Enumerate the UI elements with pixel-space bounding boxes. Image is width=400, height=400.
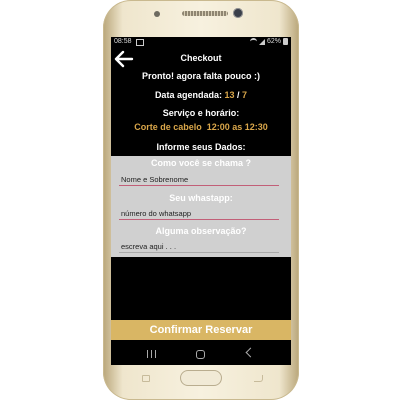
status-time: 08:58 — [114, 38, 132, 45]
date-month: 7 — [242, 90, 248, 100]
earpiece-speaker — [182, 11, 228, 16]
image-notification-icon — [136, 39, 144, 46]
front-camera-icon — [233, 8, 243, 18]
home-icon[interactable] — [196, 350, 205, 359]
hardware-back-icon[interactable] — [254, 375, 263, 382]
wifi-icon — [249, 38, 257, 45]
service-value: Corte de cabelo 12:00 as 12:30 — [134, 122, 268, 132]
whatsapp-input[interactable]: número do whatsapp — [119, 208, 279, 220]
hardware-recents-icon[interactable] — [142, 375, 150, 382]
date-day: 13 — [224, 90, 235, 100]
android-navigation-bar — [111, 343, 291, 365]
app-screen: 08:58 62% Checkout Pronto! agora falta p… — [111, 37, 291, 365]
recents-icon[interactable] — [147, 350, 156, 358]
service-label: Serviço e horário: — [162, 108, 240, 118]
battery-percent: 62% — [266, 38, 281, 45]
ready-message: Pronto! agora falta pouco :) — [142, 71, 260, 81]
whatsapp-question: Seu whastapp: — [169, 193, 233, 203]
customer-form: Como você se chama ? Nome e Sobrenome Se… — [111, 156, 291, 257]
page-title: Checkout — [180, 53, 222, 63]
back-icon[interactable] — [245, 347, 256, 358]
proximity-sensor — [154, 11, 160, 17]
battery-icon — [283, 38, 288, 45]
notes-question: Alguma observação? — [155, 226, 247, 236]
name-question: Como você se chama ? — [150, 158, 252, 168]
date-separator: / — [237, 90, 240, 100]
notes-input[interactable]: escreva aqui . . . — [119, 241, 279, 253]
inform-data-label: Informe seus Dados: — [156, 142, 246, 152]
name-input[interactable]: Nome e Sobrenome — [119, 174, 279, 186]
status-bar: 08:58 62% — [111, 37, 291, 48]
date-label: Data agendada: — [154, 90, 222, 100]
confirm-reservation-button[interactable]: Confirmar Reservar — [111, 320, 291, 340]
hardware-home-button[interactable] — [180, 370, 222, 386]
signal-icon — [258, 38, 265, 45]
scheduled-date: Data agendada: 13 / 7 — [111, 90, 291, 100]
